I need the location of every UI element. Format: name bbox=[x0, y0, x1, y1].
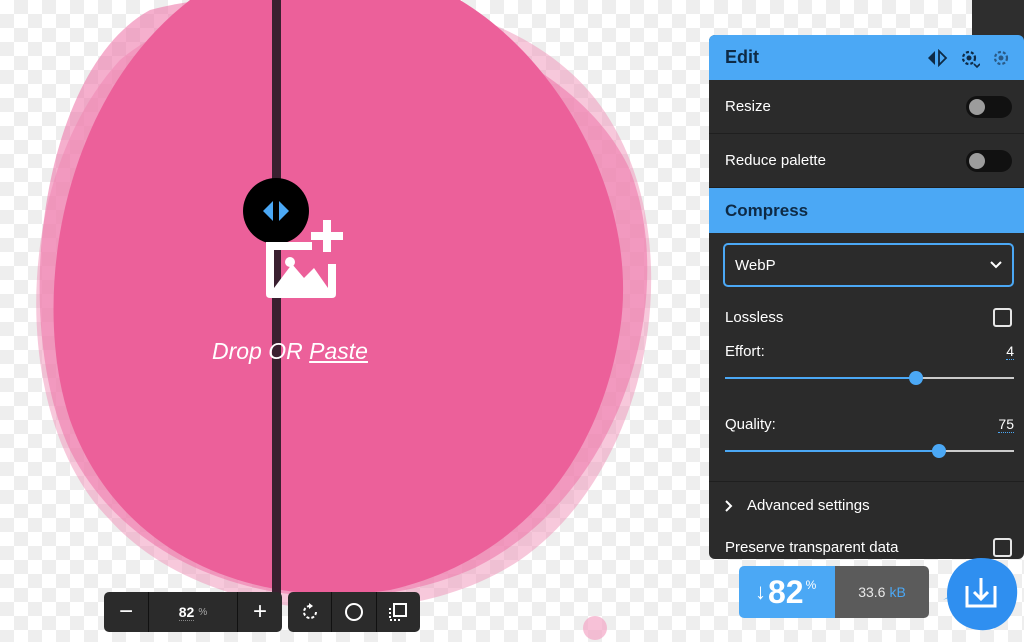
edit-title: Edit bbox=[725, 47, 759, 67]
download-button[interactable] bbox=[943, 556, 1019, 632]
advanced-settings-label: Advanced settings bbox=[747, 497, 870, 514]
down-arrow-icon: ↓ bbox=[755, 579, 766, 604]
save-settings-icon[interactable] bbox=[958, 47, 980, 69]
preserve-transparent-checkbox[interactable] bbox=[993, 537, 1012, 557]
quality-control: Quality: 75 bbox=[709, 416, 1024, 461]
edit-header: Edit bbox=[709, 35, 1024, 80]
compress-title: Compress bbox=[725, 200, 809, 220]
compare-arrows-icon[interactable] bbox=[926, 47, 948, 69]
quality-label: Quality: bbox=[725, 416, 776, 433]
crop-frame-button[interactable] bbox=[377, 592, 420, 632]
drop-prefix-text: Drop OR bbox=[212, 338, 310, 364]
lossless-row: Lossless bbox=[709, 297, 1024, 337]
savings-percent: ↓ 82 % bbox=[739, 566, 835, 618]
rotate-icon bbox=[302, 603, 317, 619]
paste-link[interactable]: Paste bbox=[309, 338, 368, 364]
resize-toggle[interactable] bbox=[966, 95, 1012, 118]
advanced-settings-toggle[interactable]: Advanced settings bbox=[709, 481, 1024, 529]
size-result: ↓ 82 % 33.6 kB bbox=[739, 566, 929, 618]
reduce-palette-row: Reduce palette bbox=[709, 134, 1024, 188]
reduce-palette-toggle[interactable] bbox=[966, 149, 1012, 172]
lossless-label: Lossless bbox=[725, 308, 784, 326]
effort-label: Effort: bbox=[725, 343, 765, 360]
effort-value[interactable]: 4 bbox=[1006, 343, 1014, 360]
chevron-right-icon bbox=[725, 499, 733, 512]
image-add-icon bbox=[266, 220, 343, 298]
savings-unit: % bbox=[805, 578, 817, 592]
chevron-down-icon bbox=[990, 261, 1002, 269]
effort-slider[interactable] bbox=[725, 368, 1014, 388]
drop-or-paste-prompt: Drop OR Paste bbox=[212, 338, 368, 365]
effort-control: Effort: 4 bbox=[709, 343, 1024, 388]
background-toggle-button[interactable] bbox=[332, 592, 377, 632]
resize-label: Resize bbox=[725, 98, 771, 115]
effort-slider-thumb[interactable] bbox=[908, 371, 923, 385]
output-size-value: 33.6 bbox=[858, 584, 886, 600]
quality-value[interactable]: 75 bbox=[998, 416, 1014, 433]
savings-value: 82 bbox=[768, 573, 804, 610]
circle-background-icon bbox=[344, 603, 363, 621]
zoom-value[interactable]: 82 bbox=[178, 604, 195, 621]
quality-slider[interactable] bbox=[725, 441, 1014, 461]
preserve-transparent-label: Preserve transparent data bbox=[725, 538, 899, 556]
preserve-transparent-row: Preserve transparent data bbox=[709, 529, 1024, 559]
format-selected-value: WebP bbox=[735, 256, 776, 274]
format-select[interactable]: WebP bbox=[723, 243, 1014, 287]
zoom-in-button[interactable]: + bbox=[238, 592, 282, 632]
rotate-button[interactable] bbox=[288, 592, 333, 632]
zoom-level[interactable]: 82 % bbox=[148, 592, 238, 632]
output-size-unit: kB bbox=[889, 584, 906, 600]
quality-slider-thumb[interactable] bbox=[931, 444, 946, 458]
view-tools bbox=[288, 592, 420, 632]
compress-header: Compress bbox=[709, 188, 1024, 233]
reduce-palette-label: Reduce palette bbox=[725, 152, 826, 169]
lossless-checkbox[interactable] bbox=[993, 307, 1012, 327]
zoom-unit: % bbox=[198, 606, 208, 618]
import-settings-icon[interactable] bbox=[990, 47, 1012, 69]
zoom-out-button[interactable]: − bbox=[104, 592, 148, 632]
output-size: 33.6 kB bbox=[835, 566, 929, 618]
crop-frame-icon bbox=[389, 603, 408, 621]
zoom-controls: − 82 % + bbox=[104, 592, 282, 632]
resize-row: Resize bbox=[709, 80, 1024, 134]
options-panel: Edit Resize Reduce palette Compress WebP… bbox=[709, 35, 1024, 559]
